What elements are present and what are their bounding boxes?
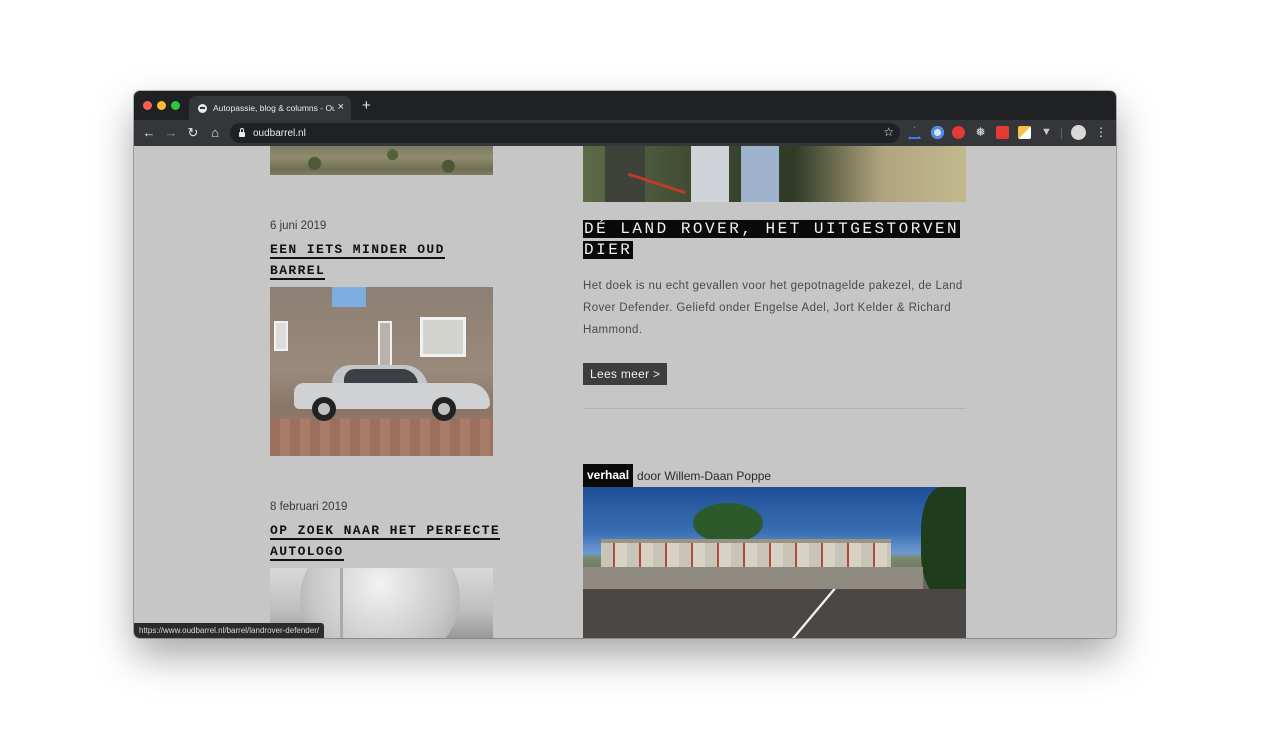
article-divider bbox=[583, 408, 966, 409]
article-meta: verhaal door Willem-Daan Poppe bbox=[583, 464, 771, 487]
new-tab-button[interactable]: + bbox=[362, 98, 371, 113]
address-bar-url: oudbarrel.nl bbox=[253, 127, 306, 139]
extension-triangle-icon[interactable] bbox=[908, 126, 921, 139]
profile-avatar[interactable] bbox=[1071, 125, 1086, 140]
lock-icon bbox=[239, 128, 245, 137]
address-bar[interactable]: oudbarrel.nl ☆ bbox=[230, 123, 900, 143]
extension-vivaldi-icon[interactable]: ▼ bbox=[1040, 126, 1053, 139]
post-title-link[interactable]: OP ZOEK NAAR HET PERFECTE AUTOLOGO bbox=[270, 520, 501, 562]
tab-close-icon[interactable]: × bbox=[338, 101, 344, 114]
close-window-button[interactable] bbox=[143, 101, 152, 110]
minimize-window-button[interactable] bbox=[157, 101, 166, 110]
read-more-button[interactable]: Lees meer > bbox=[583, 363, 668, 385]
post-thumbnail-grass[interactable] bbox=[270, 146, 493, 175]
reload-icon[interactable]: ↻ bbox=[185, 125, 201, 140]
feature-excerpt: Het doek is nu echt gevallen voor het ge… bbox=[583, 280, 963, 336]
extension-calendar-icon[interactable] bbox=[996, 126, 1009, 139]
extension-gear-icon[interactable]: ❅ bbox=[974, 126, 987, 139]
author-byline: door Willem-Daan Poppe bbox=[637, 468, 772, 483]
page-content: 6 juni 2019 EEN IETS MINDER OUD BARREL 8… bbox=[134, 146, 1116, 638]
post-date: 8 februari 2019 bbox=[270, 501, 348, 513]
browser-titlebar: Autopassie, blog & columns - Ou × + bbox=[134, 91, 1116, 120]
feature-title-link[interactable]: DÉ LAND ROVER, HET UITGESTORVEN DIER bbox=[583, 219, 963, 261]
site-favicon-icon bbox=[198, 103, 207, 113]
extension-circle-icon[interactable] bbox=[931, 126, 944, 139]
status-bar-url: https://www.oudbarrel.nl/barrel/landrove… bbox=[134, 623, 325, 638]
home-icon[interactable]: ⌂ bbox=[207, 125, 223, 140]
post-thumbnail-car[interactable] bbox=[270, 287, 493, 456]
zoom-window-button[interactable] bbox=[171, 101, 180, 110]
browser-toolbar: ← → ↻ ⌂ oudbarrel.nl ☆ ❅ ▼ ⋮ bbox=[134, 120, 1116, 146]
post-title-link[interactable]: EEN IETS MINDER OUD BARREL bbox=[270, 239, 445, 281]
post-date: 6 juni 2019 bbox=[270, 220, 327, 232]
bookmark-star-icon[interactable]: ☆ bbox=[883, 125, 894, 139]
post-title-line: AUTOLOGO bbox=[270, 544, 344, 561]
feature-title-text: DÉ LAND ROVER, HET UITGESTORVEN DIER bbox=[583, 220, 961, 259]
feature-image-racetrack[interactable] bbox=[583, 487, 966, 638]
post-title-line: OP ZOEK NAAR HET PERFECTE bbox=[270, 523, 501, 540]
post-title-line: EEN IETS MINDER OUD bbox=[270, 242, 445, 259]
toolbar-separator bbox=[1061, 128, 1062, 139]
extension-notes-icon[interactable] bbox=[1018, 126, 1031, 139]
post-title-line: BARREL bbox=[270, 263, 326, 280]
forward-arrow-icon[interactable]: → bbox=[163, 125, 179, 140]
tab-title: Autopassie, blog & columns - Ou bbox=[213, 103, 335, 113]
extension-red-icon[interactable] bbox=[952, 126, 965, 139]
browser-tab[interactable]: Autopassie, blog & columns - Ou × bbox=[189, 96, 351, 120]
feature-image-landrover[interactable] bbox=[583, 146, 966, 202]
browser-window: Autopassie, blog & columns - Ou × + ← → … bbox=[134, 91, 1116, 638]
kebab-menu-icon[interactable]: ⋮ bbox=[1095, 125, 1107, 139]
back-arrow-icon[interactable]: ← bbox=[141, 125, 157, 140]
category-badge[interactable]: verhaal bbox=[583, 464, 634, 487]
